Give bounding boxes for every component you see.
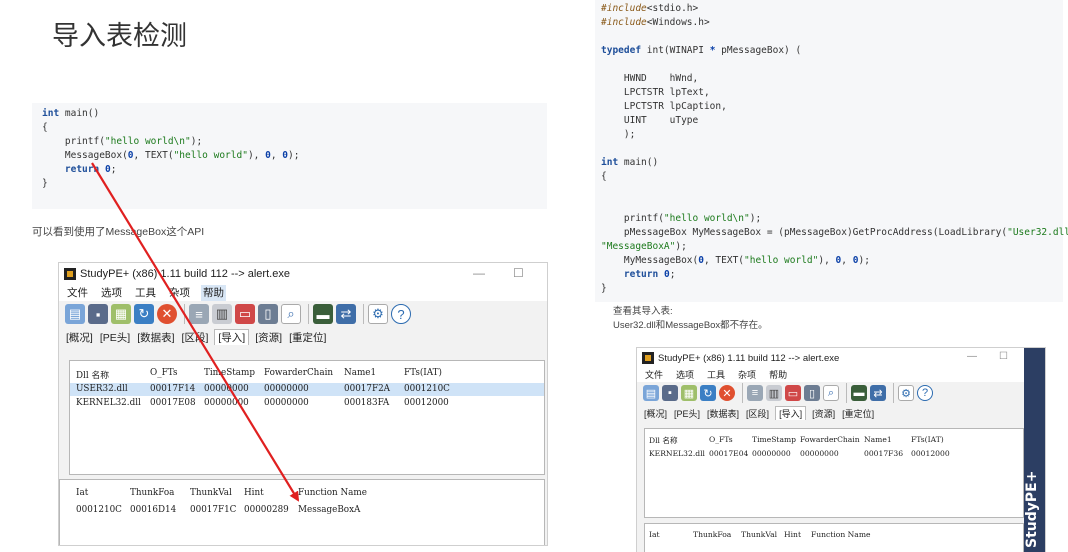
arrow-line [91, 162, 300, 502]
annotation-arrow [91, 162, 300, 502]
